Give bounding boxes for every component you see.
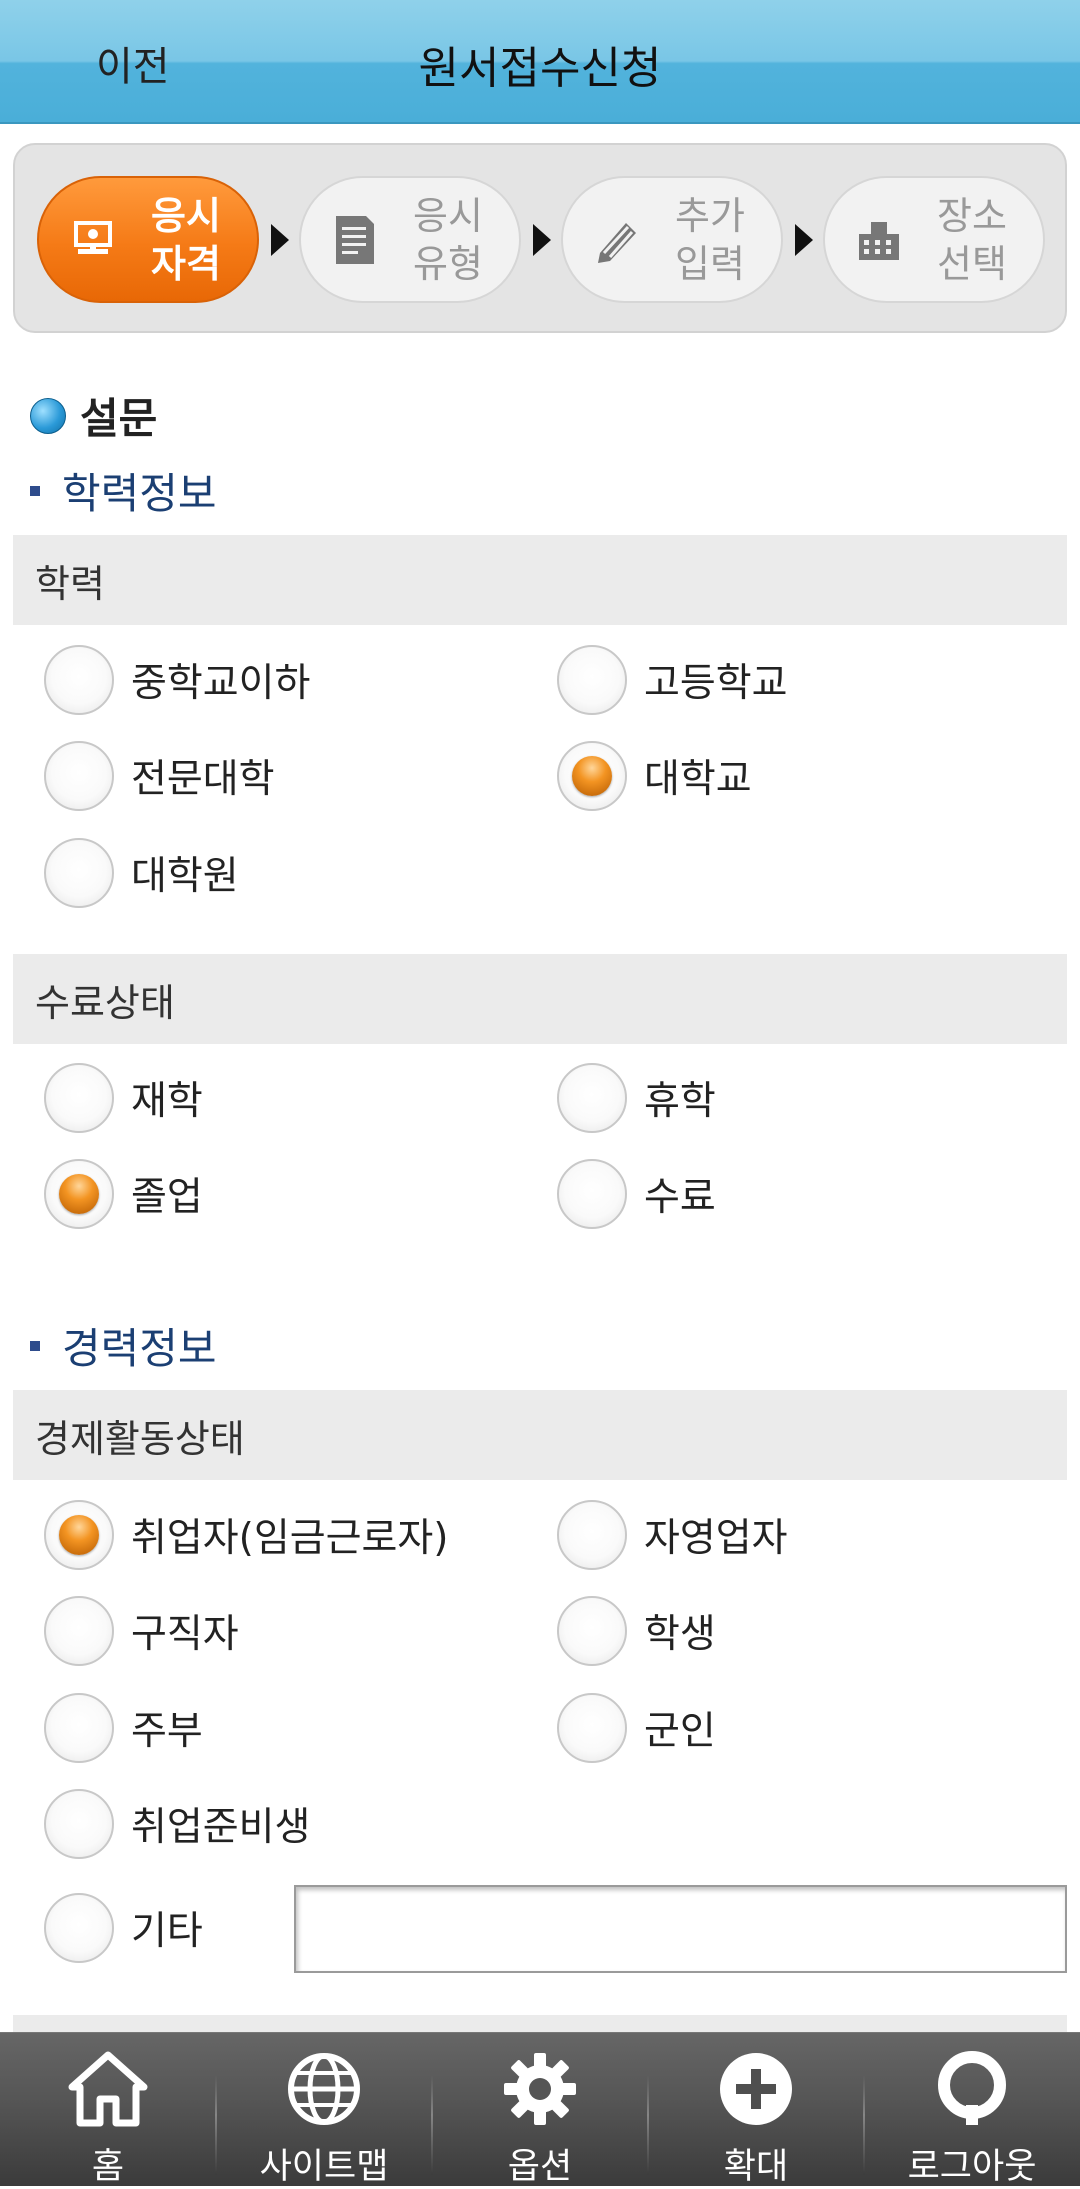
- step-label: 응시 자격: [151, 193, 221, 286]
- step-additional-input[interactable]: 추가 입력: [561, 176, 783, 303]
- radio-label: 수료: [644, 1175, 716, 1220]
- radio-option-selected[interactable]: 졸업: [44, 1159, 203, 1229]
- certificate-icon: [53, 217, 133, 263]
- nav-home[interactable]: 홈: [0, 2033, 216, 2187]
- radio-label: 기타: [131, 1909, 203, 1954]
- page-title: 원서접수신청: [418, 43, 662, 94]
- radio-option[interactable]: 중학교이하: [44, 645, 310, 715]
- radio-label: 전문대학: [131, 757, 275, 802]
- radio-label: 대학원: [131, 854, 239, 899]
- logout-icon: [938, 2051, 1006, 2125]
- radio-button[interactable]: [44, 838, 114, 908]
- education-title: 학력정보: [62, 469, 217, 518]
- gear-icon: [504, 2053, 576, 2125]
- step-label: 장소 선택: [937, 193, 1007, 286]
- radio-label: 고등학교: [644, 661, 788, 706]
- pencil-icon: [577, 215, 657, 265]
- step-location[interactable]: 장소 선택: [823, 176, 1045, 303]
- radio-button[interactable]: [44, 645, 114, 715]
- survey-title: 설문: [80, 394, 158, 443]
- radio-button[interactable]: [557, 645, 627, 715]
- step-exam-type[interactable]: 응시 유형: [299, 176, 521, 303]
- nav-zoom[interactable]: 확대: [648, 2033, 864, 2187]
- survey-heading: 설문: [30, 385, 157, 446]
- nav-options[interactable]: 옵션: [432, 2033, 648, 2187]
- radio-label: 군인: [644, 1709, 716, 1754]
- career-heading: 경력정보: [30, 1315, 217, 1376]
- radio-button[interactable]: [44, 1789, 114, 1859]
- step-label: 추가 입력: [675, 193, 745, 286]
- radio-label: 중학교이하: [131, 661, 311, 706]
- step-arrow: [795, 224, 813, 256]
- radio-option[interactable]: 재학: [44, 1063, 203, 1133]
- radio-label: 구직자: [131, 1612, 239, 1657]
- radio-button[interactable]: [44, 1063, 114, 1133]
- document-icon: [315, 213, 395, 267]
- radio-option[interactable]: 수료: [557, 1159, 716, 1229]
- plus-circle-icon: [720, 2053, 792, 2125]
- radio-option[interactable]: 고등학교: [557, 645, 788, 715]
- radio-button[interactable]: [44, 741, 114, 811]
- radio-label: 취업준비생: [131, 1805, 311, 1850]
- bottom-nav: 홈 사이트맵 옵션 확대 로그아웃: [0, 2032, 1080, 2187]
- education-level-label: 학력: [13, 535, 1067, 625]
- radio-button[interactable]: [557, 1596, 627, 1666]
- bullet-icon: [30, 397, 66, 434]
- radio-label: 자영업자: [644, 1516, 788, 1561]
- radio-button[interactable]: [44, 1693, 114, 1763]
- radio-label: 주부: [131, 1709, 203, 1754]
- radio-label: 취업자(임금근로자): [131, 1516, 449, 1561]
- nav-label: 확대: [723, 2147, 789, 2187]
- radio-option[interactable]: 대학원: [44, 838, 239, 908]
- radio-button[interactable]: [557, 1693, 627, 1763]
- other-text-input[interactable]: [294, 1885, 1067, 1973]
- radio-option[interactable]: 주부: [44, 1693, 203, 1763]
- radio-option[interactable]: 취업준비생: [44, 1789, 310, 1859]
- square-bullet-icon: [30, 1340, 40, 1351]
- radio-button[interactable]: [44, 1893, 114, 1963]
- nav-logout[interactable]: 로그아웃: [864, 2033, 1080, 2187]
- nav-sitemap[interactable]: 사이트맵: [216, 2033, 432, 2187]
- nav-label: 홈: [91, 2147, 125, 2187]
- radio-button-checked[interactable]: [44, 1159, 114, 1229]
- career-title: 경력정보: [62, 1324, 217, 1373]
- radio-button[interactable]: [557, 1159, 627, 1229]
- square-bullet-icon: [30, 485, 40, 496]
- radio-option[interactable]: 군인: [557, 1693, 716, 1763]
- step-arrow: [271, 224, 289, 256]
- completion-status-label: 수료상태: [13, 954, 1067, 1044]
- radio-label: 휴학: [644, 1079, 716, 1124]
- radio-label: 재학: [131, 1079, 203, 1124]
- home-icon: [68, 2051, 148, 2127]
- radio-label: 대학교: [644, 757, 752, 802]
- step-progress: 응시 자격 응시 유형 추가 입력 장소 선택: [13, 143, 1067, 333]
- globe-icon: [288, 2053, 360, 2125]
- radio-button-checked[interactable]: [557, 741, 627, 811]
- nav-label: 옵션: [507, 2147, 573, 2187]
- economic-activity-label: 경제활동상태: [13, 1390, 1067, 1480]
- radio-option[interactable]: 기타: [44, 1893, 203, 1963]
- radio-button[interactable]: [557, 1500, 627, 1570]
- app-header: 이전 원서접수신청: [0, 0, 1080, 124]
- radio-button-checked[interactable]: [44, 1500, 114, 1570]
- nav-label: 사이트맵: [259, 2147, 389, 2187]
- step-eligibility[interactable]: 응시 자격: [37, 176, 259, 303]
- education-heading: 학력정보: [30, 460, 217, 521]
- radio-option[interactable]: 자영업자: [557, 1500, 788, 1570]
- radio-option-selected[interactable]: 대학교: [557, 741, 752, 811]
- building-icon: [839, 216, 919, 264]
- nav-label: 로그아웃: [907, 2147, 1037, 2187]
- step-label: 응시 유형: [413, 193, 483, 286]
- radio-button[interactable]: [44, 1596, 114, 1666]
- radio-option[interactable]: 휴학: [557, 1063, 716, 1133]
- step-arrow: [533, 224, 551, 256]
- radio-option[interactable]: 구직자: [44, 1596, 239, 1666]
- radio-label: 졸업: [131, 1175, 203, 1220]
- radio-option[interactable]: 전문대학: [44, 741, 275, 811]
- radio-option-selected[interactable]: 취업자(임금근로자): [44, 1500, 448, 1570]
- radio-label: 학생: [644, 1612, 716, 1657]
- radio-button[interactable]: [557, 1063, 627, 1133]
- radio-option[interactable]: 학생: [557, 1596, 716, 1666]
